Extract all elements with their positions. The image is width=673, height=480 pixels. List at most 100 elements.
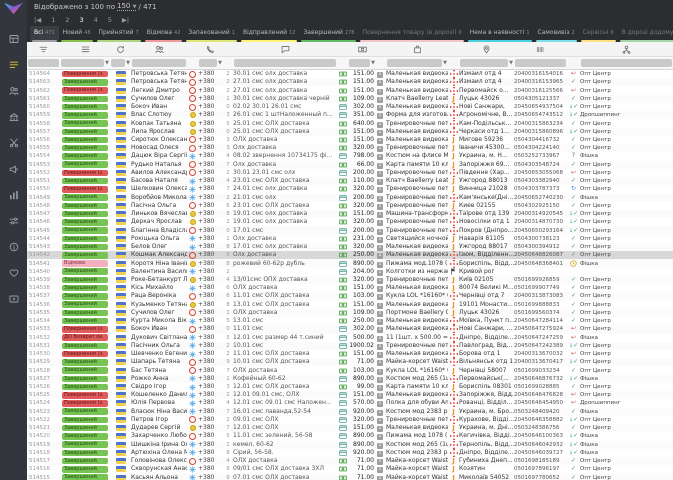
tab-сервісні[interactable]: Сервісні 0 bbox=[579, 26, 618, 42]
column-header-money-icon[interactable] bbox=[348, 45, 376, 54]
filter-input[interactable] bbox=[234, 59, 336, 67]
order-row[interactable]: 514555 Завершений Новосад Олеся +380 3 Олх до… bbox=[27, 144, 673, 153]
order-row[interactable]: 514537 Завершений Раца Вероніка +380 6 11.01 … bbox=[27, 292, 673, 301]
order-row[interactable]: 514557 Завершений Лила Ярослав +380 0 25.01 с… bbox=[27, 127, 673, 136]
order-row[interactable]: 514528 Завершений Бас Тетяна +380 7 ОЛХ доста… bbox=[27, 366, 673, 375]
sidebar-item-info[interactable] bbox=[0, 234, 27, 260]
tab-повернення-товару-в-дорозі-[interactable]: Повернення товару (в дорозі) 0 bbox=[358, 26, 465, 42]
tab-новий[interactable]: Новий 48 bbox=[59, 26, 95, 42]
order-row[interactable]: 514544 Завершений Рокіцька Ольга +380 1 Олх д… bbox=[27, 234, 673, 243]
column-header-sort-icon[interactable] bbox=[27, 45, 60, 54]
chevron-down-icon[interactable]: ▼ bbox=[218, 60, 222, 66]
order-row[interactable]: 514549 Завершений Воробйов Микола +380 2 21.0… bbox=[27, 193, 673, 202]
tab-прийнятий[interactable]: Прийнятий 7 bbox=[95, 26, 143, 42]
column-header-refresh-icon[interactable] bbox=[110, 45, 131, 54]
order-row[interactable]: 514541 Відмова Коротя Ніна Іванівна +380 8ро… bbox=[27, 259, 673, 268]
order-row[interactable]: 514518 Завершений Артюхіна Олена Ми... +380… bbox=[27, 448, 673, 458]
order-row[interactable]: 514519 Завершений Шишкіна Ірина Олек... +38… bbox=[27, 440, 673, 449]
tab-запакований[interactable]: Запакований 1 bbox=[184, 26, 239, 42]
sidebar-item-partners[interactable] bbox=[0, 260, 27, 286]
order-row[interactable]: 514534 Завершений Курта Микола Вікто... +38… bbox=[27, 317, 673, 326]
order-row[interactable]: 514561 Завершений Сучилов Олег +380 1 30.01 с… bbox=[27, 94, 673, 103]
filter-input[interactable] bbox=[387, 59, 443, 67]
column-header-list-icon[interactable] bbox=[60, 45, 110, 54]
column-header-chat-icon[interactable] bbox=[233, 45, 337, 54]
sidebar-item-orders[interactable] bbox=[0, 52, 27, 78]
order-row[interactable]: 514520ЗавершенийЗахарченко Любовь+380511… bbox=[27, 432, 673, 441]
pagination-page-1[interactable]: 1 bbox=[51, 16, 55, 24]
sidebar-item-settings[interactable] bbox=[0, 208, 27, 234]
order-row[interactable]: 514536 Завершений Кузьменко Тетяна +380 8 13.… bbox=[27, 300, 673, 309]
order-row[interactable]: 514547 Завершений Линьков Вячеслав +380 8 19.… bbox=[27, 209, 673, 219]
chevron-down-icon[interactable]: ▼ bbox=[126, 60, 130, 66]
order-row[interactable]: 514558 Завершений Ковпак Татьяна +380 5 25.01… bbox=[27, 119, 673, 128]
order-row[interactable]: 514535 Завершений Сучилов Олег +380 1 ОЛХ дос… bbox=[27, 308, 673, 318]
filter-input[interactable] bbox=[61, 59, 105, 67]
order-row[interactable]: 514539 Завершений Роке-Бетанкурт Лін... +38… bbox=[27, 275, 673, 285]
order-row[interactable]: 514522 Завершений Петров Ігор +380 2 09.01 см… bbox=[27, 415, 673, 425]
order-row[interactable]: 514548 Завершений Пасічна Ольга +380 6 23.01 … bbox=[27, 201, 673, 210]
order-row[interactable]: 514546 Завершений Деркач Ярослав +380 2 19.01… bbox=[27, 218, 673, 227]
order-row[interactable]: 514551 Завершений Басова Наталя +380 4 23.01 … bbox=[27, 177, 673, 186]
sidebar-item-clients[interactable] bbox=[0, 78, 27, 104]
order-row[interactable]: 514533 Повернення (з. Бокоч Иван +380 0 11.01… bbox=[27, 325, 673, 334]
order-row[interactable]: 514560 Завершений Бокоч Иван +380 0 02.02 30.… bbox=[27, 102, 673, 112]
order-row[interactable]: 514526 Завершений Свідро Ігор +380 3 12.01 см… bbox=[27, 382, 673, 392]
chevron-down-icon[interactable]: ▼ bbox=[105, 60, 109, 66]
order-row[interactable]: 514564 Повернення (з. Петровська Тетяна +38… bbox=[27, 70, 673, 79]
sidebar-item-video[interactable] bbox=[0, 286, 27, 312]
order-row[interactable]: 514545 Завершений Благінна Владіслава +380 0… bbox=[27, 226, 673, 235]
order-row[interactable]: 514521 Завершений Дударев Сергій +380 7 12.01… bbox=[27, 424, 673, 433]
order-row[interactable]: 514554 Завершений Дацюк Віра Сергіївна +380… bbox=[27, 152, 673, 161]
order-row[interactable]: 514543 Завершений Белов Олег +380 8 17.01 смс… bbox=[27, 242, 673, 252]
order-row[interactable]: 514527 Завершений Рожко Анна +380 1 Кофейный … bbox=[27, 374, 673, 383]
filter-input[interactable] bbox=[581, 59, 672, 67]
sidebar-item-company[interactable] bbox=[0, 104, 27, 130]
order-row[interactable]: 514524 Повернення (з. Юлія Первова +380 4 12.… bbox=[27, 399, 673, 408]
chevron-down-icon[interactable]: ▼ bbox=[443, 60, 447, 66]
pagination-page-2[interactable]: 2 bbox=[65, 16, 69, 24]
column-header-phone-icon[interactable] bbox=[198, 45, 223, 54]
tab-відмова[interactable]: Відмова 42 bbox=[143, 26, 185, 42]
pagination-first-button[interactable]: |◀ bbox=[34, 16, 41, 24]
pagination-page-4[interactable]: 4 bbox=[94, 16, 98, 24]
order-row[interactable]: 514516 Завершений Скворунская Анаст... +380… bbox=[27, 465, 673, 474]
column-header-barcode-icon[interactable] bbox=[514, 45, 567, 54]
order-row[interactable]: 514530 Повернення (з. Шевченко Евгений +380… bbox=[27, 349, 673, 359]
filter-input[interactable] bbox=[132, 59, 186, 67]
column-header-people-icon[interactable] bbox=[131, 45, 187, 54]
filter-input[interactable] bbox=[349, 59, 371, 67]
order-row[interactable]: 514523 Завершений Власюк Ніна Василі... +38… bbox=[27, 407, 673, 416]
column-header-person-icon[interactable] bbox=[580, 45, 673, 54]
order-row[interactable]: 514532 ДО Возврат ок. Дукович Світлана +380… bbox=[27, 333, 673, 342]
order-row[interactable]: 514531 Завершений Пасічник Ольга +380 2 10.01… bbox=[27, 341, 673, 350]
order-row[interactable]: 514515 Завершений Касьян Альона +380 9 07.01 … bbox=[27, 473, 673, 480]
order-row[interactable]: 514538 Завершений Кісь Михайло +380 6 ОЛХ дос… bbox=[27, 284, 673, 293]
order-row[interactable]: 514529 Завершений Шапарь Тетяна +380 9 10.01 … bbox=[27, 358, 673, 367]
order-row[interactable]: 514542 Завершений Кошмак Александр +380 5 Олх… bbox=[27, 251, 673, 260]
order-row[interactable]: 514563 Завершений Петровська Тетяна +380 2 27… bbox=[27, 78, 673, 87]
chevron-down-icon[interactable]: ▼ bbox=[509, 60, 513, 66]
tab-всі[interactable]: Всі 471 bbox=[30, 26, 59, 42]
sidebar-item-tools[interactable] bbox=[0, 130, 27, 156]
tab-в-дорозі-додому[interactable]: В дорозі додому0 bbox=[618, 26, 673, 42]
filter-input[interactable] bbox=[460, 59, 509, 67]
order-row[interactable]: 514552 Повернення (з. Авилов Александр +380… bbox=[27, 168, 673, 178]
order-row[interactable]: 514540 Завершений Валентина Василье... +380… bbox=[27, 267, 673, 276]
pagination-page-5[interactable]: 5 bbox=[108, 16, 112, 24]
filter-input[interactable] bbox=[515, 59, 566, 67]
order-row[interactable]: 514556 Завершений Сиротюк Олександр +380 3ОЛ… bbox=[27, 135, 673, 145]
pagination-last-button[interactable]: ▶| bbox=[122, 16, 129, 24]
chevron-down-icon[interactable]: ▼ bbox=[371, 60, 375, 66]
tab-відправлений[interactable]: Відправлений 12 bbox=[239, 26, 300, 42]
order-row[interactable]: 514553 Завершений Рудько Наталья +380 7 Олх д… bbox=[27, 160, 673, 169]
column-header-bag-icon[interactable] bbox=[386, 45, 448, 54]
filter-input[interactable] bbox=[111, 59, 126, 67]
pagination-page-3[interactable]: 3 bbox=[79, 16, 83, 24]
tab-завершений[interactable]: Завершений 278 bbox=[299, 26, 358, 42]
order-row[interactable]: 514562 Повернення (з. Легкий Дмитро +380 2 27… bbox=[27, 86, 673, 95]
app-logo[interactable] bbox=[2, 1, 25, 16]
sidebar-item-marketing[interactable] bbox=[0, 156, 27, 182]
filter-input[interactable] bbox=[28, 59, 59, 67]
sidebar-item-stats[interactable] bbox=[0, 182, 27, 208]
